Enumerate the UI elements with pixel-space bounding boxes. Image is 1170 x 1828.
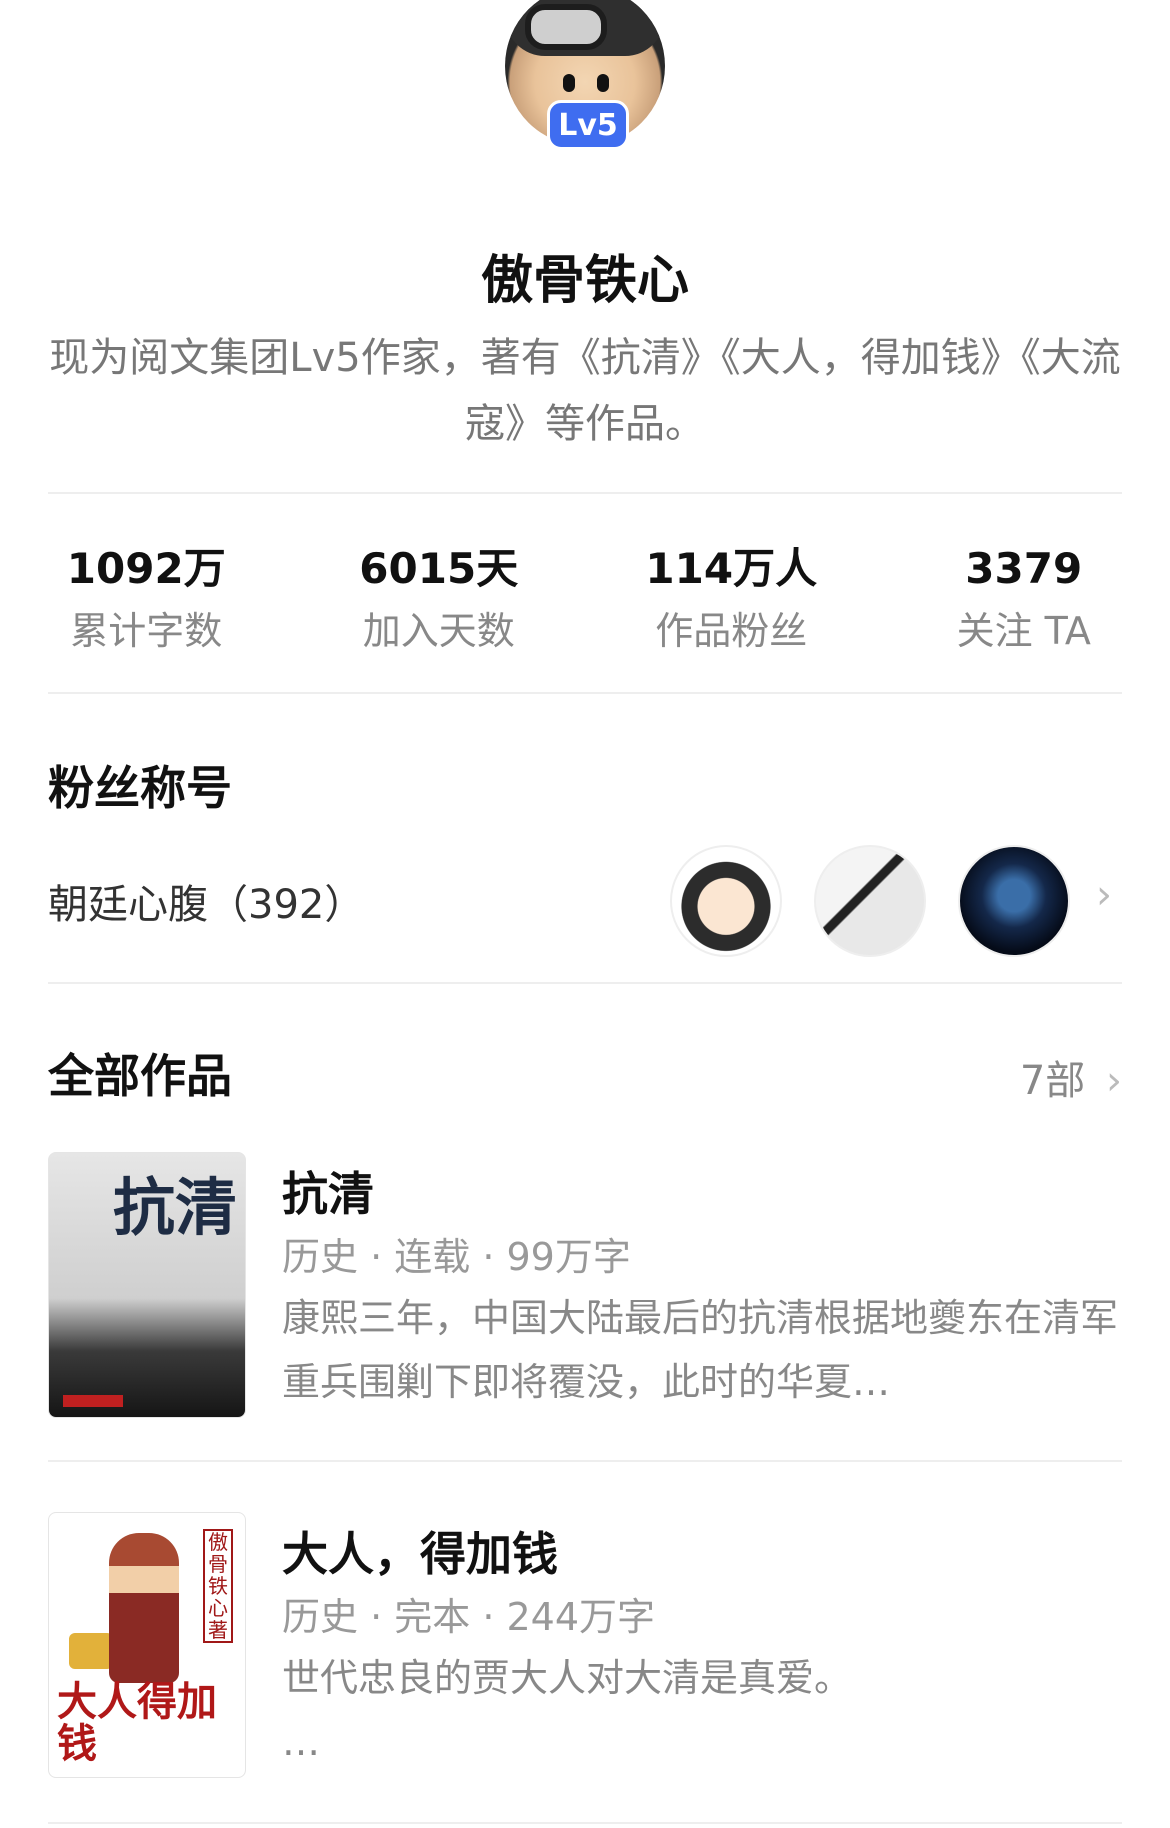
cover-title: 大人得加钱 [57, 1678, 217, 1767]
cover-title: 抗清 [113, 1171, 238, 1244]
stat-label: 作品粉丝 [655, 609, 808, 653]
works-section-title: 全部作品 [48, 1049, 232, 1103]
fan-avatar[interactable] [670, 845, 782, 957]
publisher-logo [63, 1395, 123, 1407]
book-item[interactable]: 抗清 抗清 历史 · 连载 · 99万字 康熙三年，中国大陆最后的抗清根据地夔东… [48, 1152, 1122, 1420]
stat-value: 1092万 [66, 544, 226, 593]
cover-author-seal: 傲骨铁心著 [203, 1529, 233, 1643]
stat-value: 3379 [965, 544, 1083, 593]
book-description: 世代忠良的贾大人对大清是真爱。 … [282, 1646, 1122, 1774]
works-count-link[interactable]: 7部 › [1020, 1048, 1122, 1106]
stat-join-days[interactable]: 6015天 加入天数 [293, 540, 586, 664]
divider [48, 692, 1122, 694]
book-description: 康熙三年，中国大陆最后的抗清根据地夔东在清军重兵围剿下即将覆没，此时的华夏… [282, 1296, 1119, 1404]
book-description-line: 世代忠良的贾大人对大清是真爱。 [282, 1656, 853, 1700]
author-bio: 现为阅文集团Lv5作家，著有《抗清》《大人，得加钱》《大流寇》等作品。 [49, 335, 1121, 447]
stat-value: 6015天 [359, 544, 519, 593]
stat-label: 加入天数 [362, 609, 515, 653]
book-meta: 历史 · 连载 · 99万字 [282, 1235, 631, 1279]
stat-label: 累计字数 [70, 609, 223, 653]
avatar-eye [563, 74, 575, 92]
stat-total-words[interactable]: 1092万 累计字数 [0, 540, 293, 664]
stat-following[interactable]: 3379 关注 TA [878, 540, 1170, 664]
divider [48, 1822, 1122, 1824]
works-count: 7部 [1019, 1058, 1086, 1104]
stats-bar: 1092万 累计字数 6015天 加入天数 114万人 作品粉丝 3379 关注… [0, 540, 1170, 664]
book-meta: 历史 · 完本 · 244万字 [282, 1595, 656, 1639]
fan-avatar[interactable] [958, 845, 1070, 957]
divider [48, 492, 1122, 494]
stat-label: 关注 TA [956, 609, 1091, 653]
fan-title-label: 朝廷心腹（392） [48, 882, 365, 928]
book-description-more: … [282, 1720, 320, 1764]
stat-fans[interactable]: 114万人 作品粉丝 [585, 540, 878, 664]
book-title: 抗清 [282, 1167, 374, 1221]
fan-section-title: 粉丝称号 [48, 761, 232, 815]
book-title: 大人，得加钱 [282, 1527, 558, 1581]
avatar-eye [597, 74, 609, 92]
author-name: 傲骨铁心 [480, 251, 689, 311]
stat-value: 114万人 [645, 544, 818, 593]
divider [48, 1460, 1122, 1462]
book-cover[interactable]: 抗清 [48, 1152, 246, 1418]
chevron-right-icon: › [1106, 1058, 1122, 1104]
chevron-right-icon: › [1096, 872, 1112, 918]
divider [48, 982, 1122, 984]
avatar-goggle [525, 4, 607, 50]
book-item[interactable]: 傲骨铁心著 大人得加钱 大人，得加钱 历史 · 完本 · 244万字 世代忠良的… [48, 1512, 1122, 1780]
book-cover[interactable]: 傲骨铁心著 大人得加钱 [48, 1512, 246, 1778]
level-badge: Lv5 [547, 100, 629, 150]
fan-avatar[interactable] [814, 845, 926, 957]
cover-figure [109, 1533, 179, 1683]
author-avatar-wrap[interactable]: Lv5 [505, 0, 665, 150]
fan-title-row[interactable]: 朝廷心腹（392） › [48, 840, 1122, 960]
gold-chest-icon [69, 1633, 113, 1669]
